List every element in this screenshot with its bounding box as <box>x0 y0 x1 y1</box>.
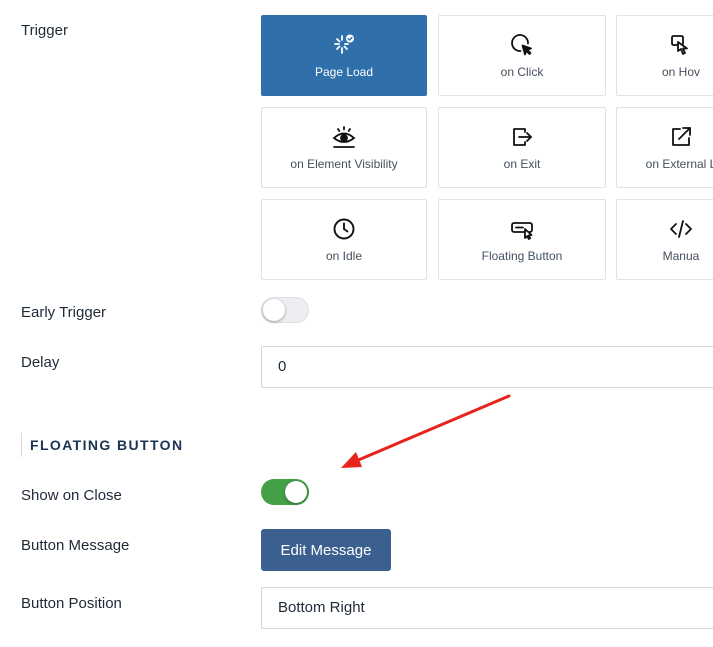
annotation-arrow <box>341 394 511 468</box>
